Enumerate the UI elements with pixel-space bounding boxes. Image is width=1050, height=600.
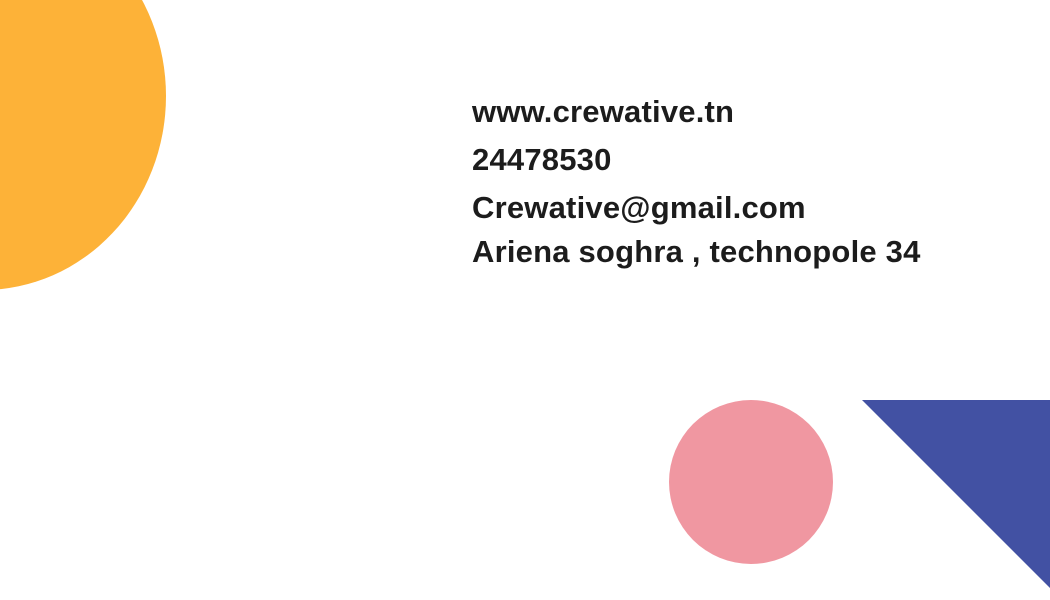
- email-text: Crewative@gmail.com: [472, 190, 806, 225]
- business-card-back: www.crewative.tn 24478530 Crewative@gmai…: [0, 0, 1050, 600]
- phone-number-text: 24478530: [472, 142, 612, 177]
- website-text: www.crewative.tn: [472, 94, 735, 129]
- address-text: Ariena soghra , technopole 34: [472, 234, 921, 269]
- blue-triangle-decoration: [862, 400, 1050, 588]
- contact-info-list: www.crewative.tn 24478530 Crewative@gmai…: [472, 92, 921, 272]
- pink-circle-decoration: [669, 400, 833, 564]
- blue-triangle-shape: [862, 400, 1050, 588]
- yellow-circle-decoration: [0, 0, 166, 290]
